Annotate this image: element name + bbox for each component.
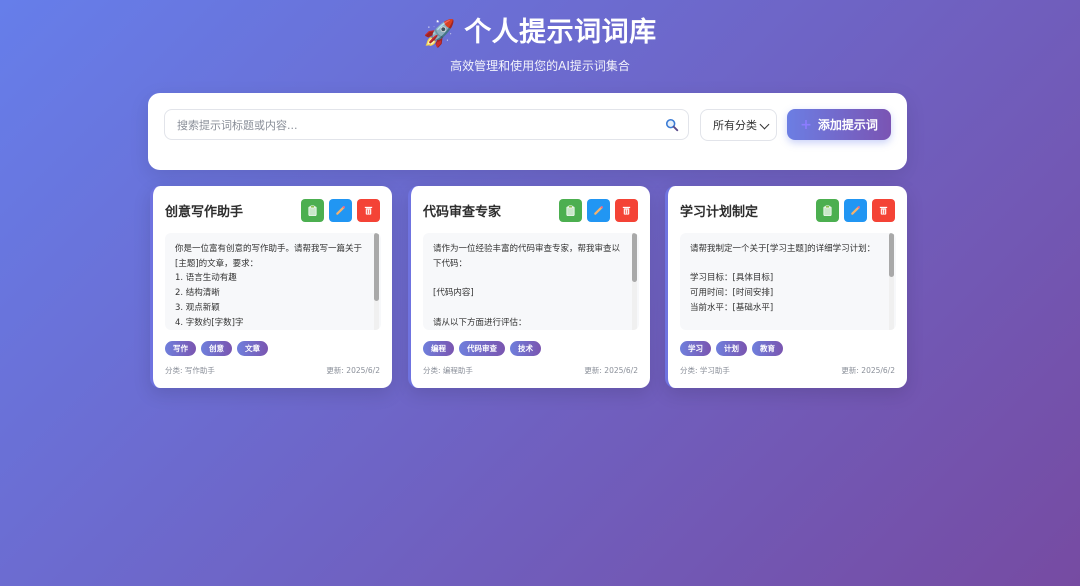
card-category: 分类: 写作助手 (165, 366, 215, 375)
card-actions (816, 199, 895, 222)
card-category: 分类: 学习助手 (680, 366, 730, 375)
card-actions (559, 199, 638, 222)
content-scrollbar[interactable] (632, 233, 637, 330)
prompt-content[interactable]: 请帮我制定一个关于[学习主题]的详细学习计划： 学习目标：[具体目标] 可用时间… (680, 233, 896, 330)
pencil-icon (336, 206, 345, 215)
tag-list: 编程 代码审查 技术 (423, 341, 541, 356)
card-title: 代码审查专家 (423, 205, 502, 220)
search-icon[interactable] (665, 118, 679, 132)
search-box (164, 109, 689, 140)
prompt-content[interactable]: 你是一位富有创意的写作助手。请帮我写一篇关于[主题]的文章，要求： 1. 语言生… (165, 233, 381, 330)
card-actions (301, 199, 380, 222)
edit-button[interactable] (587, 199, 610, 222)
prompt-content-text: 请帮我制定一个关于[学习主题]的详细学习计划： 学习目标：[具体目标] 可用时间… (690, 244, 876, 313)
plus-icon: + (800, 116, 812, 133)
card-category: 分类: 编程助手 (423, 366, 473, 375)
clipboard-icon (566, 205, 575, 216)
tag[interactable]: 创意 (201, 341, 232, 356)
card-title: 学习计划制定 (680, 205, 759, 220)
prompt-card: 代码审查专家 请作为一位经验丰富的代码审查专家，帮我审查以下代码： [代码内容]… (408, 186, 650, 388)
toolbar: 所有分类 + 添加提示词 (148, 93, 907, 170)
trash-icon (622, 206, 631, 215)
delete-button[interactable] (357, 199, 380, 222)
copy-button[interactable] (301, 199, 324, 222)
card-updated: 更新: 2025/6/2 (326, 366, 380, 375)
tag[interactable]: 文章 (237, 341, 268, 356)
prompt-content[interactable]: 请作为一位经验丰富的代码审查专家，帮我审查以下代码： [代码内容] 请从以下方面… (423, 233, 639, 330)
scrollbar-thumb[interactable] (374, 233, 379, 301)
card-title: 创意写作助手 (165, 205, 244, 220)
page-title-text: 个人提示词词库 (464, 17, 657, 48)
tag[interactable]: 教育 (752, 341, 783, 356)
card-updated: 更新: 2025/6/2 (841, 366, 895, 375)
content-scrollbar[interactable] (374, 233, 379, 330)
prompt-card: 创意写作助手 你是一位富有创意的写作助手。请帮我写一篇关于[主题]的文章，要求：… (150, 186, 392, 388)
scrollbar-thumb[interactable] (889, 233, 894, 277)
page-header: 🚀 个人提示词词库 高效管理和使用您的AI提示词集合 (0, 14, 1080, 74)
add-prompt-label: 添加提示词 (817, 118, 878, 132)
tag[interactable]: 编程 (423, 341, 454, 356)
clipboard-icon (308, 205, 317, 216)
tag[interactable]: 学习 (680, 341, 711, 356)
copy-button[interactable] (816, 199, 839, 222)
page-title: 🚀 个人提示词词库 (0, 14, 1080, 52)
pencil-icon (594, 206, 603, 215)
tag-list: 写作 创意 文章 (165, 341, 268, 356)
clipboard-icon (823, 205, 832, 216)
card-updated: 更新: 2025/6/2 (584, 366, 638, 375)
rocket-icon: 🚀 (423, 18, 457, 49)
prompt-content-text: 请作为一位经验丰富的代码审查专家，帮我审查以下代码： [代码内容] 请从以下方面… (433, 244, 621, 328)
category-select[interactable]: 所有分类 (700, 109, 777, 141)
edit-button[interactable] (329, 199, 352, 222)
add-prompt-button[interactable]: + 添加提示词 (787, 109, 891, 140)
scrollbar-thumb[interactable] (632, 233, 637, 282)
card-footer: 分类: 学习助手 更新: 2025/6/2 (680, 365, 895, 376)
copy-button[interactable] (559, 199, 582, 222)
page-subtitle: 高效管理和使用您的AI提示词集合 (450, 59, 630, 73)
tag-list: 学习 计划 教育 (680, 341, 783, 356)
card-footer: 分类: 编程助手 更新: 2025/6/2 (423, 365, 638, 376)
edit-button[interactable] (844, 199, 867, 222)
prompt-card: 学习计划制定 请帮我制定一个关于[学习主题]的详细学习计划： 学习目标：[具体目… (665, 186, 907, 388)
content-scrollbar[interactable] (889, 233, 894, 330)
chevron-down-icon (759, 119, 770, 130)
prompt-content-text: 你是一位富有创意的写作助手。请帮我写一篇关于[主题]的文章，要求： 1. 语言生… (175, 244, 363, 328)
delete-button[interactable] (615, 199, 638, 222)
tag[interactable]: 计划 (716, 341, 747, 356)
tag[interactable]: 技术 (510, 341, 541, 356)
trash-icon (364, 206, 373, 215)
tag[interactable]: 写作 (165, 341, 196, 356)
tag[interactable]: 代码审查 (459, 341, 505, 356)
category-select-value: 所有分类 (713, 119, 757, 132)
card-footer: 分类: 写作助手 更新: 2025/6/2 (165, 365, 380, 376)
search-input[interactable] (175, 110, 659, 140)
trash-icon (879, 206, 888, 215)
delete-button[interactable] (872, 199, 895, 222)
pencil-icon (851, 206, 860, 215)
